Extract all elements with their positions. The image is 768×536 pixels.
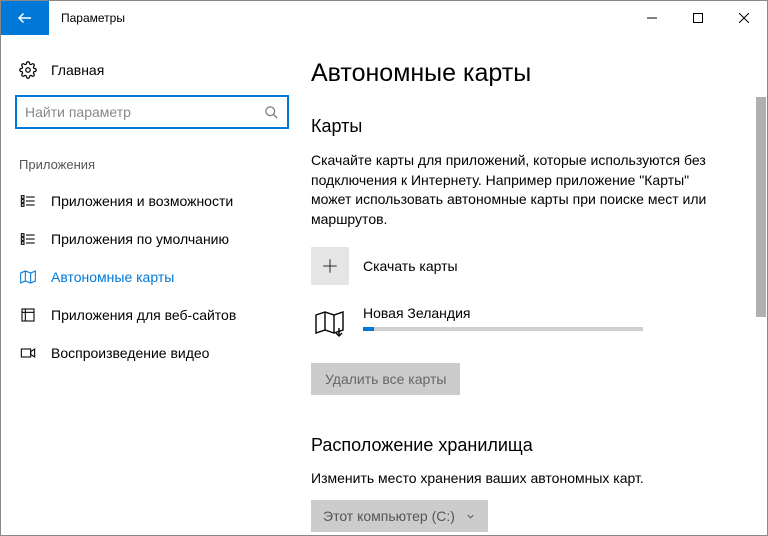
plus-icon: [311, 247, 349, 285]
storage-heading: Расположение хранилища: [311, 435, 731, 456]
nav-label: Приложения по умолчанию: [51, 231, 229, 247]
progress-bar: [363, 327, 643, 331]
maps-heading: Карты: [311, 116, 731, 137]
sidebar: Главная Приложения Приложения и возможно…: [1, 35, 303, 535]
scrollbar-thumb[interactable]: [756, 97, 766, 317]
list-icon: [19, 192, 37, 210]
section-label: Приложения: [15, 157, 289, 172]
home-link[interactable]: Главная: [15, 55, 289, 95]
website-icon: [19, 306, 37, 324]
map-name: Новая Зеландия: [363, 305, 731, 321]
nav-offline-maps[interactable]: Автономные карты: [15, 258, 289, 296]
maximize-button[interactable]: [675, 1, 721, 35]
storage-description: Изменить место хранения ваших автономных…: [311, 470, 731, 486]
nav-video-playback[interactable]: Воспроизведение видео: [15, 334, 289, 372]
map-icon: [19, 268, 37, 286]
nav-label: Приложения для веб-сайтов: [51, 307, 236, 323]
minimize-button[interactable]: [629, 1, 675, 35]
download-label: Скачать карты: [363, 258, 458, 274]
search-box[interactable]: [15, 95, 289, 129]
search-input[interactable]: [25, 104, 264, 120]
download-maps-row[interactable]: Скачать карты: [311, 247, 731, 285]
nav-list: Приложения и возможности Приложения по у…: [15, 182, 289, 372]
window-title: Параметры: [49, 1, 629, 35]
window-controls: [629, 1, 767, 35]
nav-label: Автономные карты: [51, 269, 174, 285]
main-panel: Автономные карты Карты Скачайте карты дл…: [303, 35, 767, 535]
home-label: Главная: [51, 62, 104, 78]
titlebar: Параметры: [1, 1, 767, 35]
nav-apps-features[interactable]: Приложения и возможности: [15, 182, 289, 220]
dropdown-value: Этот компьютер (C:): [323, 508, 455, 524]
video-icon: [19, 344, 37, 362]
nav-label: Воспроизведение видео: [51, 345, 209, 361]
delete-all-button[interactable]: Удалить все карты: [311, 363, 460, 395]
map-entry[interactable]: Новая Зеландия: [311, 305, 731, 343]
maps-description: Скачайте карты для приложений, которые и…: [311, 151, 731, 229]
defaults-icon: [19, 230, 37, 248]
content: Главная Приложения Приложения и возможно…: [1, 35, 767, 535]
settings-window: Параметры Главная Приложения: [0, 0, 768, 536]
close-button[interactable]: [721, 1, 767, 35]
nav-default-apps[interactable]: Приложения по умолчанию: [15, 220, 289, 258]
nav-apps-websites[interactable]: Приложения для веб-сайтов: [15, 296, 289, 334]
nav-label: Приложения и возможности: [51, 193, 233, 209]
search-icon: [264, 105, 279, 120]
storage-dropdown[interactable]: Этот компьютер (C:): [311, 500, 488, 532]
back-button[interactable]: [1, 1, 49, 35]
gear-icon: [19, 61, 37, 79]
map-download-icon: [311, 305, 349, 343]
chevron-down-icon: [465, 511, 476, 522]
page-heading: Автономные карты: [311, 59, 731, 88]
